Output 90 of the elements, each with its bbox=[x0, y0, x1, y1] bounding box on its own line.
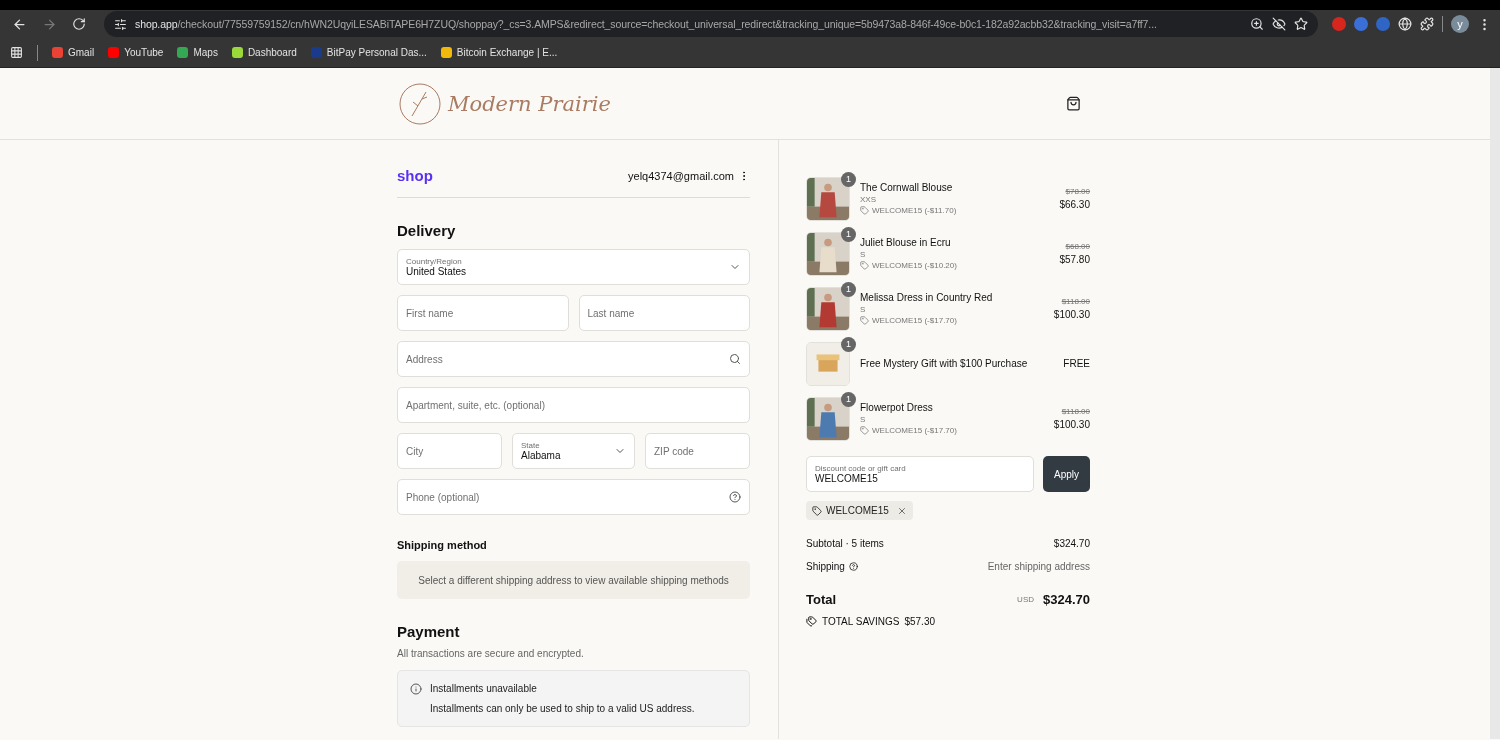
apply-button[interactable]: Apply bbox=[1043, 456, 1090, 492]
reload-icon[interactable] bbox=[72, 17, 86, 31]
payment-subtitle: All transactions are secure and encrypted. bbox=[397, 648, 585, 659]
original-price: $78.00 bbox=[1065, 187, 1090, 196]
shop-logo: shop bbox=[397, 167, 433, 184]
product-variant: S bbox=[860, 415, 867, 424]
bookmark-link[interactable]: Dashboard bbox=[231, 47, 297, 58]
extensions-icon[interactable] bbox=[1420, 17, 1434, 31]
original-price: $118.00 bbox=[1061, 407, 1090, 416]
discount-code: WELCOME15 bbox=[826, 505, 889, 516]
input-field[interactable]: Last name bbox=[578, 295, 750, 331]
quantity-badge: 1 bbox=[841, 391, 856, 407]
back-icon[interactable] bbox=[11, 16, 27, 32]
input-field[interactable]: City bbox=[397, 433, 502, 469]
tag-icon bbox=[860, 316, 869, 325]
select-field[interactable]: Country/Region United States bbox=[397, 249, 750, 285]
help-icon[interactable] bbox=[848, 562, 858, 571]
product-price: $66.30 bbox=[1059, 199, 1090, 210]
store-logo[interactable]: Modern Prairie bbox=[448, 91, 611, 116]
apps-icon[interactable] bbox=[10, 46, 23, 59]
section-title: Payment bbox=[397, 623, 461, 640]
product-price: $100.30 bbox=[1053, 309, 1090, 320]
quantity-badge: 1 bbox=[841, 171, 856, 187]
input-field[interactable]: ZIP code bbox=[645, 433, 750, 469]
product-name: Melissa Dress in Country Red bbox=[860, 292, 994, 303]
input-field[interactable]: Apartment, suite, etc. (optional) bbox=[397, 387, 750, 423]
discount-text: WELCOME15 (-$11.70) bbox=[872, 206, 957, 215]
quantity-badge: 1 bbox=[841, 226, 856, 242]
tag-icon bbox=[860, 426, 869, 435]
input-field[interactable]: First name bbox=[397, 295, 569, 331]
tag-icon bbox=[860, 206, 869, 215]
input-field[interactable]: Phone (optional) bbox=[397, 479, 750, 515]
tag-icon bbox=[860, 261, 869, 270]
zoom-icon[interactable] bbox=[1250, 17, 1264, 31]
original-price: $68.00 bbox=[1065, 242, 1090, 251]
site-settings-icon[interactable] bbox=[114, 17, 127, 31]
subtotal-label: Subtotal · 5 items bbox=[806, 538, 884, 549]
shipping-notice: Select a different shipping address to view available shipping methods bbox=[397, 561, 750, 599]
cart-icon[interactable] bbox=[1066, 96, 1081, 111]
shipping-label: Shipping bbox=[806, 561, 845, 572]
notice-title: Installments unavailable bbox=[430, 683, 538, 695]
search-icon bbox=[729, 353, 741, 365]
extension-icon[interactable] bbox=[1354, 17, 1368, 31]
product-variant: S bbox=[860, 250, 867, 259]
globe-icon[interactable] bbox=[1398, 17, 1412, 31]
quantity-badge: 1 bbox=[841, 281, 856, 297]
extension-icon[interactable] bbox=[1332, 17, 1346, 31]
select-field[interactable]: State Alabama bbox=[512, 433, 635, 469]
product-price: $57.80 bbox=[1059, 254, 1090, 265]
product-variant: S bbox=[860, 305, 867, 314]
discount-text: WELCOME15 (-$10.20) bbox=[872, 261, 957, 270]
section-title: Delivery bbox=[397, 222, 457, 239]
product-name: Flowerpot Dress bbox=[860, 402, 934, 413]
product-price: $100.30 bbox=[1053, 419, 1090, 430]
account-email: yelq4374@gmail.com bbox=[628, 169, 734, 182]
input-field[interactable]: Address bbox=[397, 341, 750, 377]
address-bar[interactable]: shop.app/checkout/77559759152/cn/hWN2UqyiLESABiTAPE6H7ZUQ/shoppay?_cs=3.AMPS&redirect_source=checkout_universal_redirect&tracking_unique=5b9473a8-846f-49ce-b0c1-182a92acbb32&tracking_visit=a7ff7... bbox=[104, 11, 1318, 37]
quantity-badge: 1 bbox=[841, 336, 856, 352]
wheat-logo-icon bbox=[398, 81, 442, 126]
currency-label: USD bbox=[1017, 594, 1034, 604]
product-name: Juliet Blouse in Ecru bbox=[860, 237, 952, 248]
discount-field[interactable]: Discount code or gift card WELCOME15 bbox=[806, 456, 1034, 492]
section-title: Shipping method bbox=[397, 539, 488, 551]
shipping-value: Enter shipping address bbox=[987, 561, 1090, 572]
bookmark-link[interactable]: Gmail bbox=[52, 47, 95, 58]
product-name: Free Mystery Gift with $100 Purchase bbox=[860, 358, 1029, 369]
bookmark-star-icon[interactable] bbox=[1294, 17, 1308, 31]
total-value: $324.70 bbox=[1043, 591, 1090, 607]
notice-text: Installments can only be used to ship to a valid US address. bbox=[430, 703, 696, 714]
subtotal-value: $324.70 bbox=[1053, 538, 1090, 549]
info-icon bbox=[410, 683, 422, 695]
bookmark-link[interactable]: YouTube bbox=[108, 47, 164, 58]
bookmark-link[interactable]: Bitcoin Exchange | E... bbox=[440, 47, 558, 58]
bookmark-link[interactable]: Maps bbox=[177, 47, 218, 58]
savings-label: TOTAL SAVINGS bbox=[822, 616, 900, 627]
tag-icon bbox=[812, 505, 822, 516]
total-label: Total bbox=[806, 591, 837, 607]
help-icon[interactable] bbox=[729, 491, 741, 503]
tags-icon bbox=[806, 616, 817, 627]
remove-button[interactable] bbox=[896, 505, 907, 516]
original-price: $118.00 bbox=[1061, 297, 1090, 306]
savings-value: $57.30 bbox=[904, 616, 936, 627]
discount-text: WELCOME15 (-$17.70) bbox=[872, 426, 957, 435]
product-name: The Cornwall Blouse bbox=[860, 182, 954, 193]
product-variant: XXS bbox=[860, 195, 877, 204]
eye-off-icon[interactable] bbox=[1272, 17, 1286, 31]
url-text: shop.app/checkout/77559759152/cn/hWN2UqyiLESABiTAPE6H7ZUQ/shoppay?_cs=3.AMPS&redirect_source=checkout_universal_redirect&tracking_unique=5b9473a8-846f-49ce-b0c1-182a92acbb32&tracking_visit=a7ff7... bbox=[135, 18, 1158, 30]
bookmark-link[interactable]: BitPay Personal Das... bbox=[310, 47, 427, 58]
product-price: FREE bbox=[1063, 358, 1090, 369]
discount-text: WELCOME15 (-$17.70) bbox=[872, 316, 957, 325]
